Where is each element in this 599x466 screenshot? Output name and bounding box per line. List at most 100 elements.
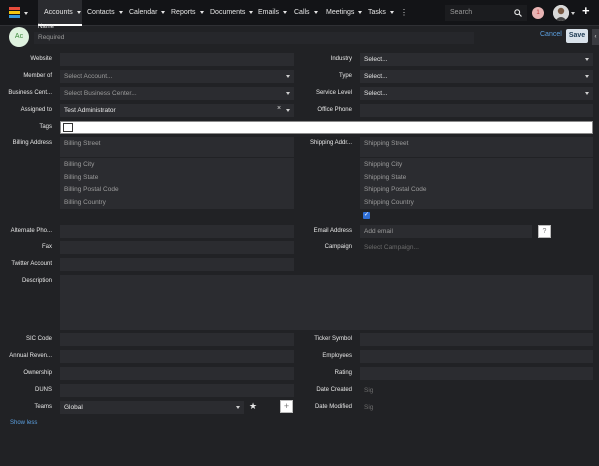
ownership-label: Ownership: [23, 370, 52, 376]
show-less-link[interactable]: Show less: [10, 420, 37, 426]
duns-label: DUNS: [34, 387, 52, 393]
email-address-label: Email Address: [313, 228, 352, 234]
chevron-down-icon: [286, 92, 290, 95]
nav-tab-label: Calendar: [129, 9, 158, 16]
shipping-street-input[interactable]: Shipping Street: [360, 137, 593, 157]
billing-country-input[interactable]: Billing Country: [60, 196, 294, 209]
user-menu-chevron-icon[interactable]: [571, 12, 575, 15]
industry-select[interactable]: Select...: [360, 53, 593, 66]
duns-input[interactable]: [60, 384, 294, 397]
nav-tab-emails[interactable]: Emails: [258, 0, 288, 26]
quick-create-plus-icon[interactable]: +: [582, 3, 590, 18]
annual-revenue-label: Annual Reven...: [9, 353, 52, 359]
more-nav-icon[interactable]: ⋮: [400, 0, 408, 26]
tags-input[interactable]: [60, 121, 593, 134]
nav-tab-label: Meetings: [326, 9, 355, 16]
description-textarea[interactable]: [60, 275, 593, 330]
rating-input[interactable]: [360, 367, 593, 380]
sic-code-input[interactable]: [60, 333, 294, 346]
chevron-down-icon: [118, 10, 123, 14]
campaign-label: Campaign: [324, 244, 352, 250]
date-created-label: Date Created: [316, 387, 352, 393]
name-label: Name: [38, 24, 55, 30]
type-label: Type: [338, 73, 352, 79]
chevron-down-icon: [199, 10, 204, 14]
alternate-phone-label: Alternate Pho...: [10, 228, 52, 234]
billing-postal-input[interactable]: Billing Postal Code: [60, 183, 294, 196]
tags-label: Tags: [39, 124, 52, 130]
business-center-label: Business Cent...: [8, 90, 52, 96]
nav-tab-accounts[interactable]: Accounts: [38, 0, 82, 26]
chevron-down-icon: [585, 75, 589, 78]
ticker-symbol-label: Ticker Symbol: [314, 336, 352, 342]
tag-checkbox[interactable]: [63, 123, 73, 132]
ticker-symbol-input[interactable]: [360, 333, 593, 346]
copy-billing-checkbox[interactable]: ✓: [363, 212, 370, 219]
teams-select[interactable]: Global: [60, 401, 244, 414]
shipping-city-input[interactable]: Shipping City: [360, 158, 593, 171]
website-label: Website: [30, 56, 52, 62]
save-button[interactable]: Save: [566, 29, 588, 43]
nav-tab-documents[interactable]: Documents: [210, 0, 254, 26]
top-navigation-bar: Accounts Contacts Calendar Reports Docum…: [0, 0, 599, 26]
business-center-select[interactable]: Select Business Center...: [60, 87, 294, 100]
notification-badge[interactable]: 1: [532, 7, 544, 19]
shipping-country-input[interactable]: Shipping Country: [360, 196, 593, 209]
app-logo-icon[interactable]: [6, 5, 30, 21]
sidebar-toggle-icon[interactable]: ‹: [592, 29, 599, 45]
office-phone-input[interactable]: [360, 104, 593, 117]
ownership-input[interactable]: [60, 367, 294, 380]
nav-tab-label: Emails: [258, 9, 280, 16]
email-input[interactable]: Add email: [360, 225, 532, 238]
service-level-select[interactable]: Select...: [360, 87, 593, 100]
employees-label: Employees: [322, 353, 352, 359]
chevron-down-icon: [286, 109, 290, 112]
rating-label: Rating: [334, 370, 352, 376]
primary-team-star-icon[interactable]: ★: [249, 401, 257, 412]
billing-city-input[interactable]: Billing City: [60, 158, 294, 171]
alternate-phone-input[interactable]: [60, 225, 294, 238]
nav-tab-calendar[interactable]: Calendar: [129, 0, 166, 26]
website-input[interactable]: [60, 53, 294, 66]
assigned-to-select[interactable]: Test Administrator: [60, 104, 294, 117]
email-options-icon[interactable]: ?: [538, 225, 551, 238]
chevron-down-icon: [283, 10, 288, 14]
nav-tab-reports[interactable]: Reports: [171, 0, 204, 26]
cancel-button[interactable]: Cancel: [540, 31, 562, 38]
chevron-down-icon: [76, 10, 81, 14]
add-team-button[interactable]: +: [280, 400, 293, 413]
nav-tab-label: Calls: [294, 9, 310, 16]
fax-label: Fax: [41, 244, 52, 250]
name-input[interactable]: Required: [34, 32, 474, 44]
annual-revenue-input[interactable]: [60, 350, 294, 363]
nav-tab-calls[interactable]: Calls: [294, 0, 318, 26]
nav-tab-label: Tasks: [368, 9, 386, 16]
search-icon[interactable]: [514, 9, 522, 17]
user-avatar[interactable]: [553, 5, 569, 21]
chevron-down-icon: [161, 10, 166, 14]
industry-label: Industry: [330, 56, 352, 62]
nav-tab-label: Documents: [210, 9, 246, 16]
employees-input[interactable]: [360, 350, 593, 363]
chevron-down-icon: [358, 10, 363, 14]
billing-street-input[interactable]: Billing Street: [60, 137, 294, 157]
nav-tab-meetings[interactable]: Meetings: [326, 0, 363, 26]
shipping-postal-input[interactable]: Shipping Postal Code: [360, 183, 593, 196]
nav-tab-contacts[interactable]: Contacts: [87, 0, 123, 26]
nav-tab-label: Contacts: [87, 9, 115, 16]
twitter-input[interactable]: [60, 258, 294, 271]
chevron-down-icon: [585, 58, 589, 61]
nav-tab-tasks[interactable]: Tasks: [368, 0, 394, 26]
chevron-down-icon: [585, 92, 589, 95]
campaign-select[interactable]: Select Campaign...: [360, 241, 593, 254]
chevron-down-icon: [286, 75, 290, 78]
chevron-down-icon: [389, 10, 394, 14]
type-select[interactable]: Select...: [360, 70, 593, 83]
fax-input[interactable]: [60, 241, 294, 254]
clear-icon[interactable]: ×: [277, 105, 281, 112]
shipping-address-label: Shipping Addr...: [309, 140, 352, 146]
member-of-select[interactable]: Select Account...: [60, 70, 294, 83]
nav-tab-label: Accounts: [44, 9, 73, 16]
date-modified-label: Date Modified: [314, 404, 352, 410]
nav-tab-label: Reports: [171, 9, 196, 16]
